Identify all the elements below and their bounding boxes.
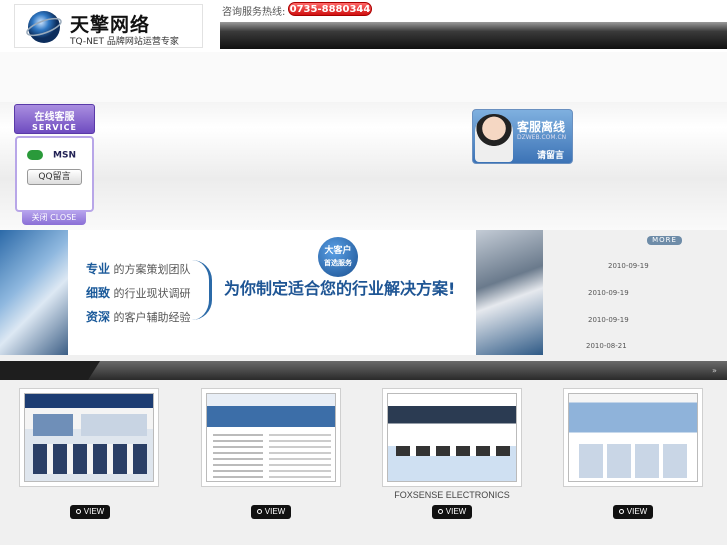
- service-body: MSN QQ留言: [15, 136, 94, 212]
- service-close-button[interactable]: 关闭 CLOSE: [22, 210, 86, 225]
- background-band: [0, 52, 727, 102]
- banner-line: 细致 的行业现状调研: [86, 286, 191, 300]
- view-button[interactable]: VIEW: [251, 505, 291, 519]
- magnifier-icon: [256, 509, 262, 515]
- portfolio-thumbnail[interactable]: [382, 388, 522, 487]
- view-button[interactable]: VIEW: [432, 505, 472, 519]
- vip-client-badge: 大客户 首选服务: [318, 237, 358, 277]
- qq-message-button[interactable]: QQ留言: [27, 169, 82, 185]
- service-subtitle: SERVICE: [32, 123, 77, 132]
- portfolio-thumbnail[interactable]: [201, 388, 341, 487]
- msn-icon: [27, 150, 43, 160]
- portfolio-thumbnail[interactable]: [563, 388, 703, 487]
- banner-brace: [190, 260, 212, 320]
- news-date: 2010-09-19: [588, 316, 629, 324]
- offline-title: 客服离线: [517, 120, 566, 134]
- section-divider: [0, 361, 727, 380]
- background-band: [0, 102, 727, 230]
- logo-tagline: TQ-NET 品牌网站运营专家: [70, 37, 179, 47]
- leave-message-link[interactable]: 请留言: [537, 148, 564, 161]
- banner-slogan: 为你制定适合您的行业解决方案!: [224, 279, 456, 298]
- logo-text: 天擎网络: [70, 14, 151, 36]
- site-logo[interactable]: 天擎网络 TQ-NET 品牌网站运营专家: [14, 4, 203, 48]
- magnifier-icon: [618, 509, 624, 515]
- section-tab: [0, 361, 100, 380]
- news-date: 2010-09-19: [588, 289, 629, 297]
- news-date: 2010-08-21: [586, 342, 627, 350]
- online-service-panel: 在线客服 SERVICE MSN QQ留言 关闭 CLOSE: [14, 104, 95, 228]
- hotline-number: 0735-8880344: [288, 2, 372, 16]
- top-nav-bar: [220, 22, 727, 49]
- service-title: 在线客服: [34, 112, 75, 123]
- news-date: 2010-09-19: [608, 262, 649, 270]
- banner-photo-right: [476, 230, 543, 355]
- banner-line: 资深 的客户辅助经验: [86, 310, 191, 324]
- msn-label: MSN: [53, 150, 76, 161]
- hero-banner[interactable]: 专业 的方案策划团队 细致 的行业现状调研 资深 的客户辅助经验 为你制定适合您…: [0, 230, 543, 355]
- view-button[interactable]: VIEW: [70, 505, 110, 519]
- portfolio-caption: FOXSENSE ELECTRONICS: [394, 490, 510, 500]
- offline-service-badge[interactable]: 客服离线 DZWEB.COM.CN 请留言: [472, 109, 573, 164]
- hotline-label: 咨询服务热线:: [222, 7, 286, 18]
- msn-button[interactable]: MSN: [27, 150, 83, 164]
- view-button[interactable]: VIEW: [613, 505, 653, 519]
- divider-arrow-icon: »: [712, 366, 717, 375]
- support-agent-icon: [475, 114, 513, 162]
- banner-line: 专业 的方案策划团队: [86, 262, 191, 276]
- magnifier-icon: [75, 509, 81, 515]
- service-header: 在线客服 SERVICE: [14, 104, 95, 134]
- more-button[interactable]: MORE: [647, 236, 682, 245]
- globe-logo-icon: [26, 11, 62, 43]
- portfolio-thumbnail[interactable]: [19, 388, 159, 487]
- magnifier-icon: [437, 509, 443, 515]
- banner-photo-left: [0, 230, 68, 355]
- offline-url: DZWEB.COM.CN: [517, 134, 567, 141]
